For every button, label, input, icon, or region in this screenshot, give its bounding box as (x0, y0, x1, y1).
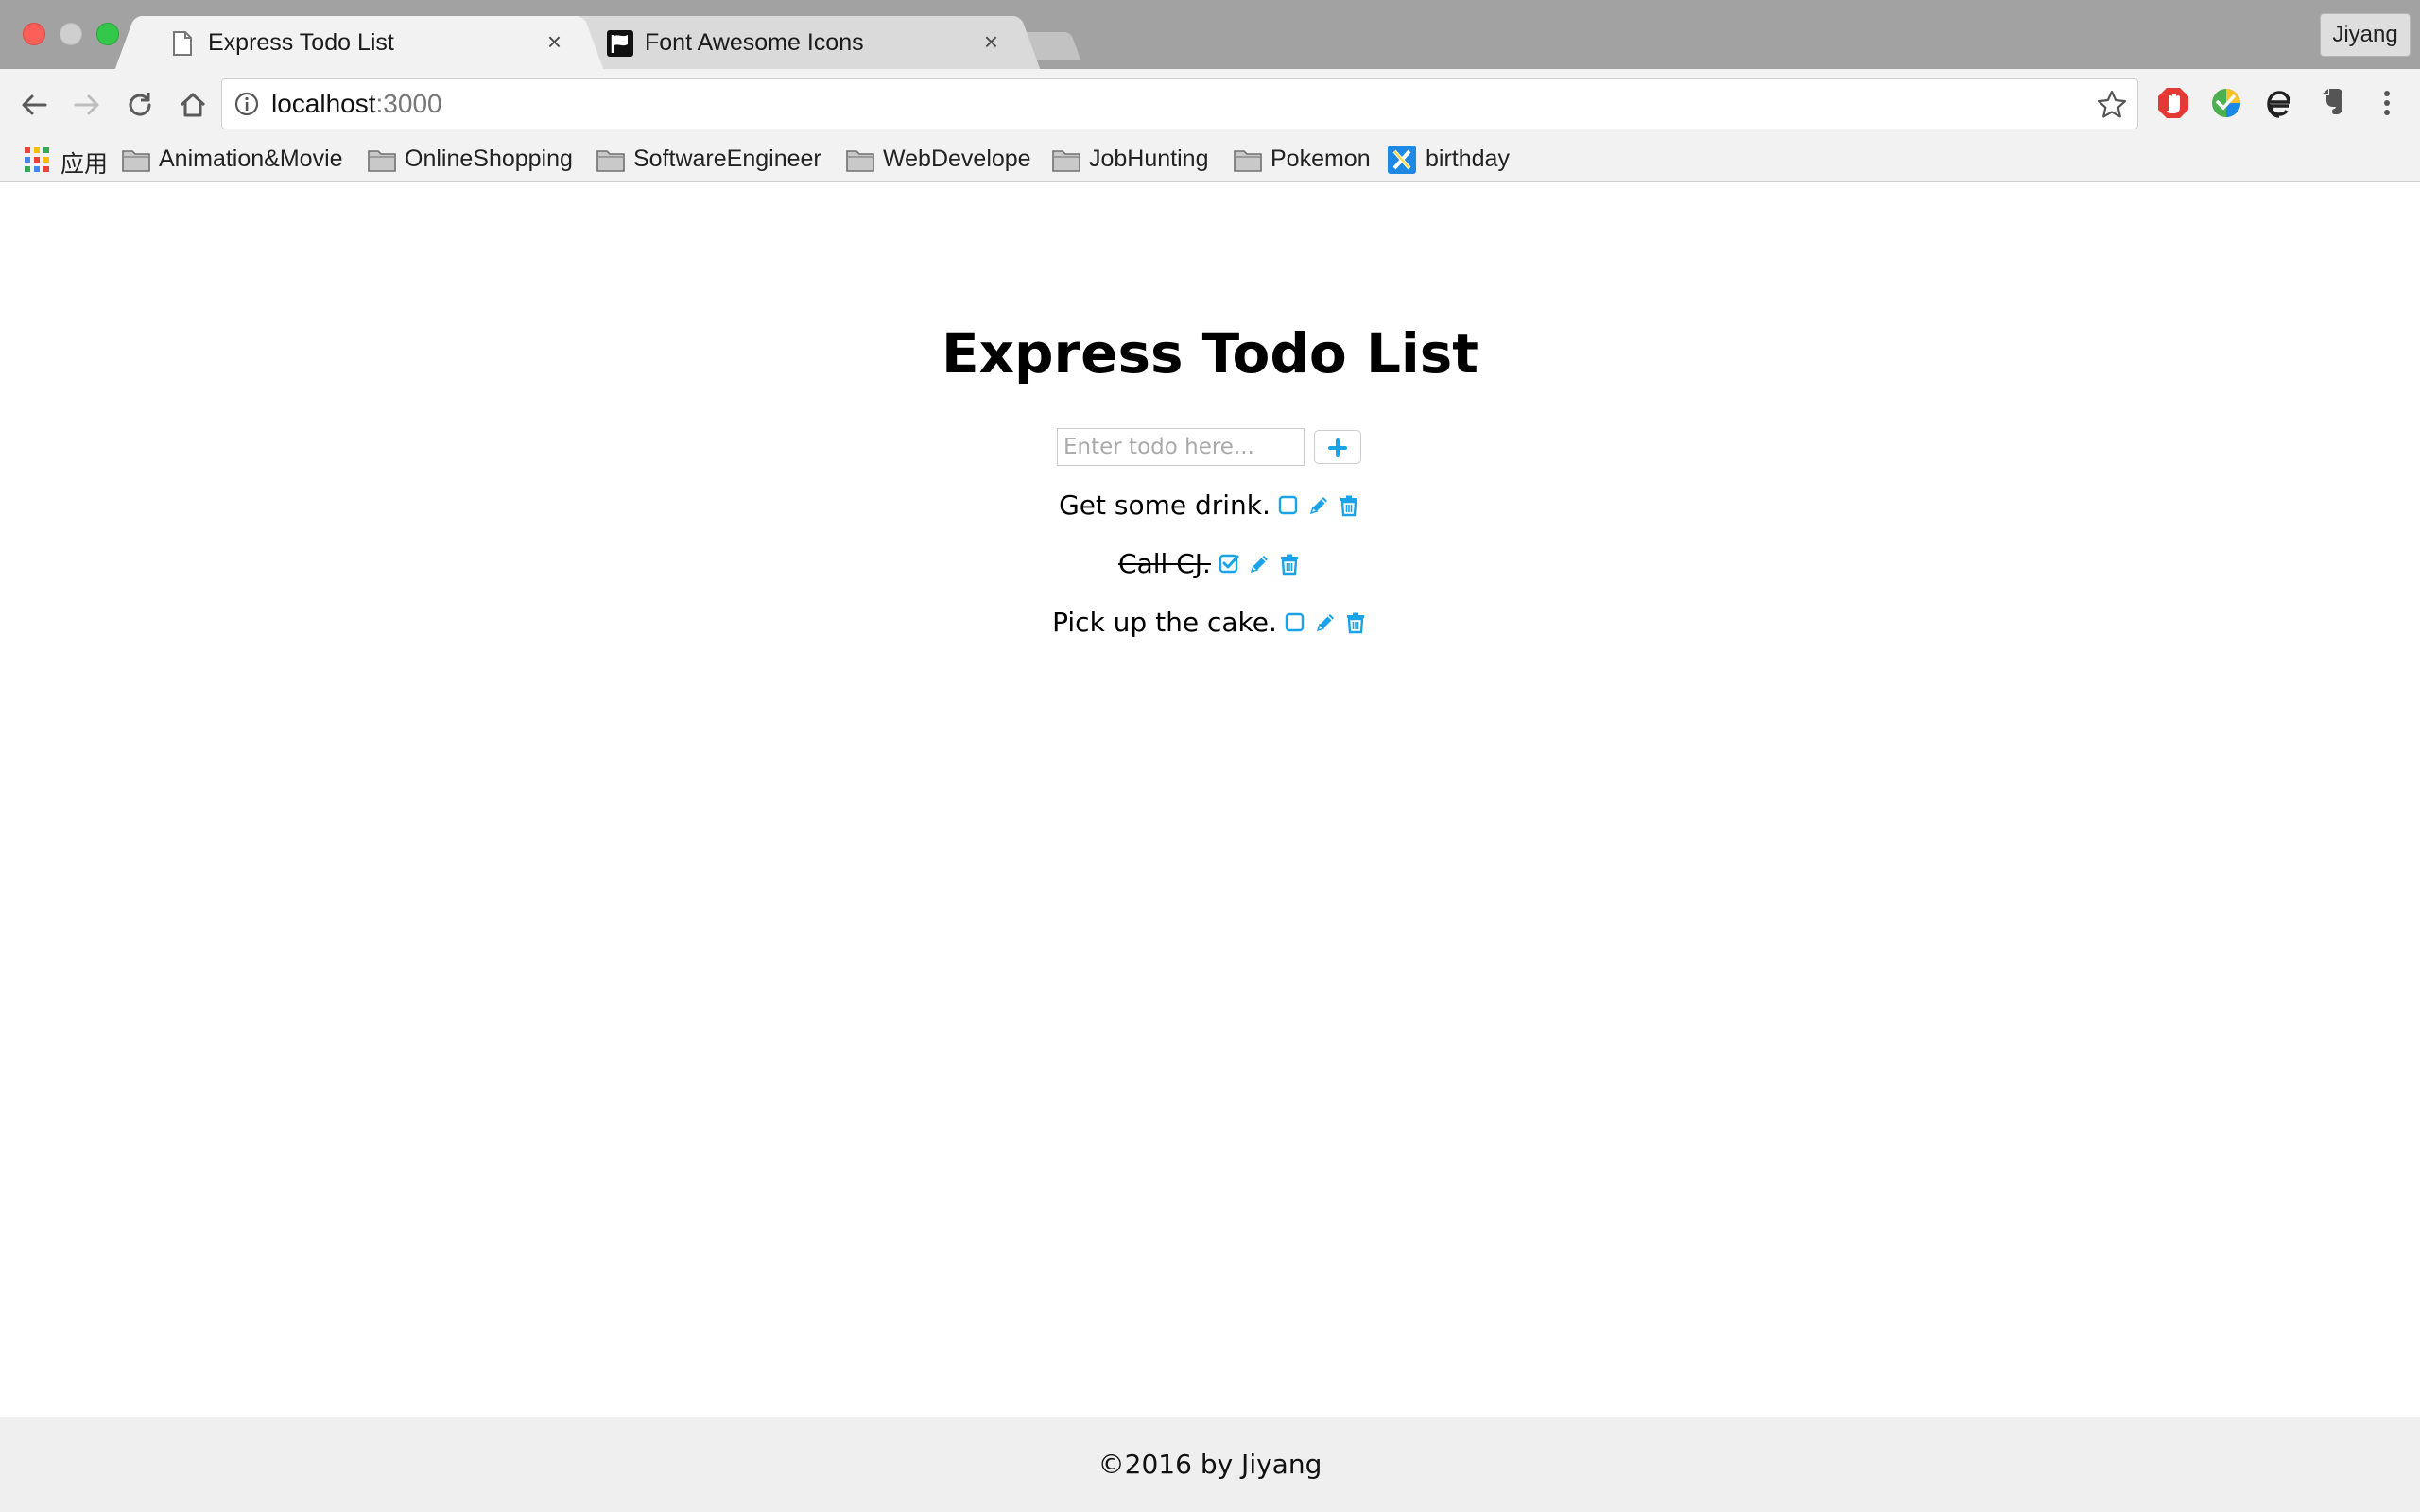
bookmark-label: Pokemon (1270, 146, 1371, 172)
unchecked-square-icon[interactable] (1283, 610, 1307, 635)
trash-icon[interactable] (1343, 610, 1368, 635)
colorful-extension-icon[interactable] (2208, 85, 2244, 121)
window-maximize-button[interactable] (96, 23, 119, 45)
todo-item: Pick up the cake. (0, 599, 2420, 644)
bookmark-label: 应用 (60, 151, 109, 178)
tab-font-awesome-icons[interactable]: Font Awesome Icons × (551, 16, 1041, 69)
page-icon (170, 30, 195, 57)
home-icon[interactable] (174, 86, 212, 124)
close-tab-icon[interactable]: × (984, 27, 998, 57)
trash-icon[interactable] (1337, 493, 1361, 518)
folder-icon (1233, 146, 1263, 174)
tab-title: Express Todo List (208, 29, 394, 56)
folder-icon (1051, 146, 1081, 174)
flag-icon (607, 30, 633, 57)
url-port: :3000 (375, 89, 442, 118)
plus-icon (1327, 438, 1348, 461)
todo-item: Get some drink. (0, 482, 2420, 527)
todo-input[interactable] (1057, 428, 1305, 466)
close-tab-icon[interactable]: × (547, 27, 562, 57)
unchecked-square-icon[interactable] (1276, 493, 1301, 518)
bookmarks-bar: 应用 Animation&Movie OnlineShopping Softwa… (0, 139, 2420, 182)
tab-title: Font Awesome Icons (645, 29, 864, 56)
ie-tab-extension-icon[interactable] (2261, 85, 2297, 121)
info-icon[interactable] (233, 91, 260, 117)
menu-kebab-icon[interactable] (2369, 85, 2405, 121)
tab-express-todo-list[interactable]: Express Todo List × (114, 16, 604, 69)
add-todo-button[interactable] (1314, 430, 1361, 464)
back-arrow-icon[interactable] (15, 86, 53, 124)
browser-toolbar: localhost:3000 (0, 69, 2420, 139)
bookmark-label: JobHunting (1089, 146, 1209, 172)
bookmark-label: WebDevelope (883, 146, 1031, 172)
todo-item: Call CJ. (0, 541, 2420, 586)
url-text: localhost:3000 (271, 89, 442, 119)
bookmark-star-icon[interactable] (2096, 89, 2128, 121)
page-title: Express Todo List (941, 321, 1479, 386)
evernote-extension-icon[interactable] (2314, 85, 2350, 121)
folder-icon (367, 146, 397, 174)
window-minimize-button[interactable] (60, 23, 82, 45)
todo-text: Call CJ. (1118, 548, 1211, 579)
folder-icon (121, 146, 151, 174)
profile-button[interactable]: Jiyang (2320, 13, 2411, 57)
tab-strip: Express Todo List × Font Awesome Icons ×… (0, 0, 2420, 69)
checked-square-icon[interactable] (1217, 552, 1241, 576)
folder-icon (845, 146, 875, 174)
todo-text: Pick up the cake. (1052, 607, 1277, 638)
pencil-icon[interactable] (1247, 552, 1271, 576)
forward-arrow-icon[interactable] (68, 86, 106, 124)
todo-text: Get some drink. (1059, 490, 1270, 521)
address-bar[interactable]: localhost:3000 (221, 78, 2138, 129)
window-close-button[interactable] (23, 23, 45, 45)
adblock-extension-icon[interactable] (2155, 85, 2191, 121)
folder-icon (596, 146, 626, 174)
bookmark-label: Animation&Movie (159, 146, 343, 172)
bookmark-label: OnlineShopping (405, 146, 573, 172)
pencil-icon[interactable] (1313, 610, 1338, 635)
xmind-icon (1388, 146, 1418, 174)
url-host: localhost (271, 89, 376, 118)
bookmark-label: SoftwareEngineer (633, 146, 821, 172)
bookmark-label: birthday (1426, 146, 1510, 172)
footer-text: ©2016 by Jiyang (1098, 1449, 1322, 1480)
reload-icon[interactable] (121, 86, 159, 124)
footer: ©2016 by Jiyang (0, 1418, 2420, 1512)
pencil-icon[interactable] (1306, 493, 1331, 518)
apps-grid-icon (23, 146, 53, 174)
trash-icon[interactable] (1277, 552, 1302, 576)
